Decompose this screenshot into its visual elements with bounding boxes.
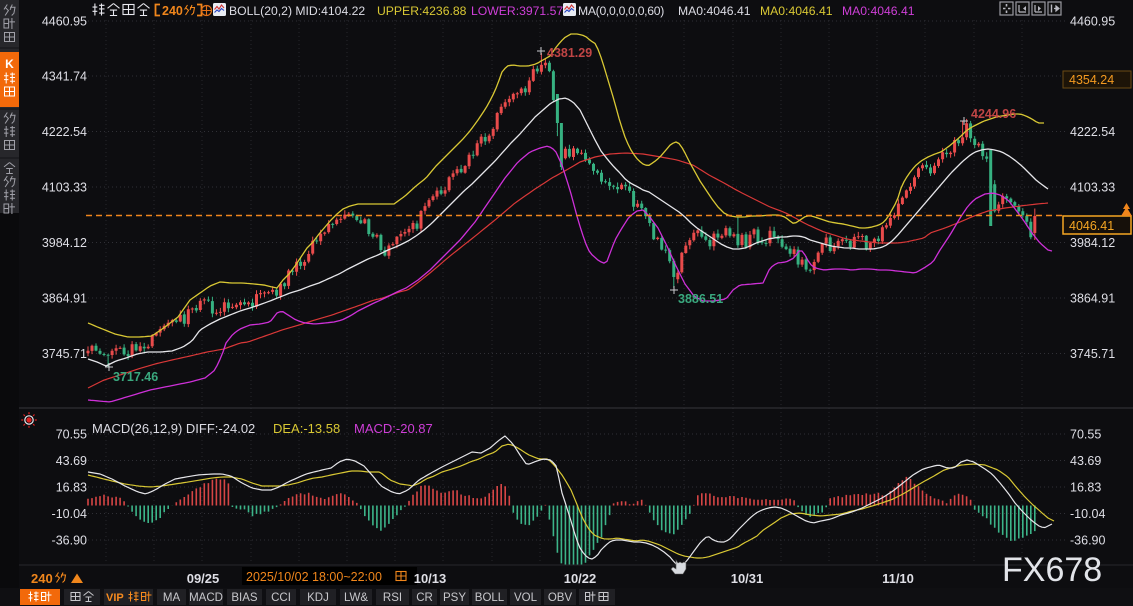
svg-text:-36.90: -36.90 [1070,534,1105,548]
svg-text:PSY: PSY [443,592,466,604]
svg-text:-10.04: -10.04 [52,507,87,521]
svg-text:K: K [5,57,14,71]
svg-text:4046.41: 4046.41 [1069,219,1114,233]
svg-text:MA: MA [163,592,181,604]
svg-text:4354.24: 4354.24 [1069,73,1114,87]
svg-text:43.69: 43.69 [1070,454,1101,468]
svg-text:4341.74: 4341.74 [42,70,87,84]
svg-text:UPPER:4236.88: UPPER:4236.88 [377,4,467,18]
svg-text:VOL: VOL [514,592,538,604]
svg-text:3886.51: 3886.51 [678,292,723,306]
svg-text:4460.95: 4460.95 [1070,15,1115,29]
svg-text:240: 240 [162,4,183,18]
svg-text:KDJ: KDJ [307,592,329,604]
svg-text:10/13: 10/13 [414,571,447,586]
svg-text:MA0:4046.41: MA0:4046.41 [760,4,833,18]
svg-text:BOLL: BOLL [475,592,505,604]
svg-text:-36.90: -36.90 [52,534,87,548]
svg-text:16.83: 16.83 [1070,481,1101,495]
svg-text:4381.29: 4381.29 [547,46,592,60]
svg-text:4103.33: 4103.33 [42,181,87,195]
svg-text:3984.12: 3984.12 [1070,236,1115,250]
svg-text:MA(0,0,0,0,0,60): MA(0,0,0,0,0,60) [578,4,664,18]
svg-text:BIAS: BIAS [231,592,258,604]
svg-text:MACD:-20.87: MACD:-20.87 [354,421,433,436]
svg-text:09/25: 09/25 [187,571,220,586]
svg-text:MA0:4046.41: MA0:4046.41 [678,4,751,18]
svg-text:-10.04: -10.04 [1070,507,1105,521]
svg-text:LOWER:3971.57: LOWER:3971.57 [471,4,563,18]
svg-text:MA0:4046.41: MA0:4046.41 [842,4,915,18]
svg-text:43.69: 43.69 [56,454,87,468]
svg-text:FX678: FX678 [1002,551,1102,589]
svg-text:4222.54: 4222.54 [42,125,87,139]
svg-text:4460.95: 4460.95 [42,15,87,29]
svg-text:3745.71: 3745.71 [1070,347,1115,361]
svg-text:DEA:-13.58: DEA:-13.58 [273,421,340,436]
svg-text:10/22: 10/22 [564,571,597,586]
svg-text:3864.91: 3864.91 [1070,292,1115,306]
svg-text:MACD: MACD [189,592,223,604]
svg-text:240: 240 [31,571,53,586]
svg-text:16.83: 16.83 [56,481,87,495]
svg-text:10/31: 10/31 [731,571,764,586]
svg-text:70.55: 70.55 [1070,428,1101,442]
svg-text:CR: CR [416,592,433,604]
svg-text:BOLL(20,2) MID:4104.22: BOLL(20,2) MID:4104.22 [229,4,365,18]
svg-text:2025/10/02 18:00~22:00: 2025/10/02 18:00~22:00 [246,570,382,584]
svg-text:3745.71: 3745.71 [42,347,87,361]
svg-text:LW&: LW& [344,592,368,604]
svg-text:OBV: OBV [548,592,573,604]
svg-text:RSI: RSI [383,592,402,604]
svg-text:3717.46: 3717.46 [113,370,158,384]
svg-text:4244.96: 4244.96 [971,107,1016,121]
svg-text:CCI: CCI [271,592,291,604]
svg-text:3984.12: 3984.12 [42,236,87,250]
svg-text:70.55: 70.55 [56,428,87,442]
svg-text:11/10: 11/10 [882,571,914,586]
svg-text:4222.54: 4222.54 [1070,125,1115,139]
svg-text:3864.91: 3864.91 [42,292,87,306]
svg-text:MACD(26,12,9) DIFF:-24.02: MACD(26,12,9) DIFF:-24.02 [92,421,255,436]
svg-text:4103.33: 4103.33 [1070,181,1115,195]
svg-text:VIP: VIP [106,592,124,604]
